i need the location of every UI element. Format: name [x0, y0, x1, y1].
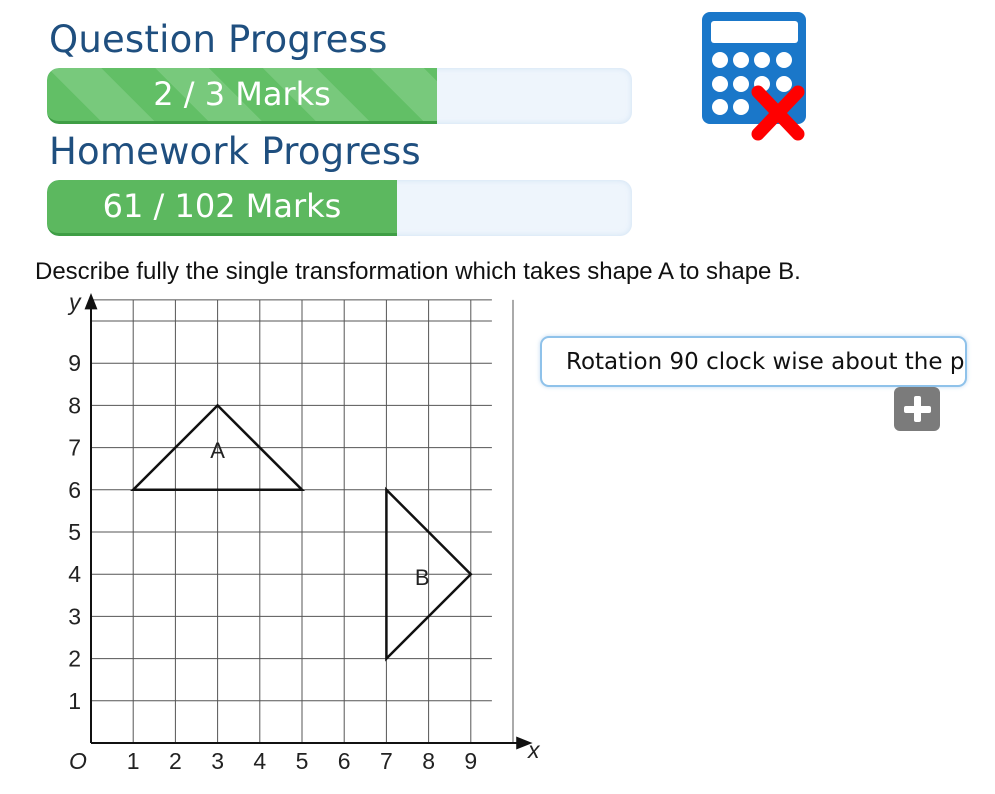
y-tick-label: 5	[68, 519, 81, 545]
x-tick-label: 2	[169, 748, 182, 772]
y-axis-arrow	[84, 292, 98, 310]
answer-field[interactable]	[540, 336, 967, 387]
y-tick-label: 4	[68, 561, 81, 587]
shape-a-label: A	[210, 438, 225, 463]
y-tick-label: 2	[68, 646, 81, 672]
homework-progress-title: Homework Progress	[49, 130, 421, 173]
x-tick-label: 8	[422, 748, 435, 772]
y-tick-label: 7	[68, 435, 81, 461]
x-tick-label: 5	[296, 748, 309, 772]
coordinate-grid: 1 2 3 4 5 6 7 8 9 1 2 3 4 5 6 7 8 9 y x O A B	[67, 292, 541, 772]
y-tick-label: 8	[68, 392, 81, 418]
calculator-not-allowed-icon	[700, 12, 812, 144]
question-progress-title: Question Progress	[49, 18, 388, 61]
x-tick-label: 4	[253, 748, 266, 772]
y-tick-label: 6	[68, 477, 81, 503]
answer-input[interactable]	[542, 338, 965, 385]
question-progress-label: 2 / 3 Marks	[153, 75, 331, 113]
y-tick-label: 9	[68, 350, 81, 376]
question-progress-bar: 2 / 3 Marks	[47, 68, 632, 124]
homework-progress-label: 61 / 102 Marks	[102, 187, 342, 225]
x-axis-label: x	[527, 737, 541, 763]
y-tick-label: 1	[68, 688, 81, 714]
origin-label: O	[69, 748, 87, 772]
question-text: Describe fully the single transformation…	[35, 258, 801, 285]
x-tick-label: 9	[464, 748, 477, 772]
x-tick-label: 7	[380, 748, 393, 772]
x-tick-label: 6	[338, 748, 351, 772]
add-answer-button[interactable]	[894, 387, 940, 431]
y-axis-label: y	[67, 292, 82, 315]
homework-progress-bar: 61 / 102 Marks	[47, 180, 632, 236]
shape-b-label: B	[415, 565, 430, 590]
y-tick-label: 3	[68, 603, 81, 629]
x-tick-label: 3	[211, 748, 224, 772]
x-tick-label: 1	[127, 748, 140, 772]
